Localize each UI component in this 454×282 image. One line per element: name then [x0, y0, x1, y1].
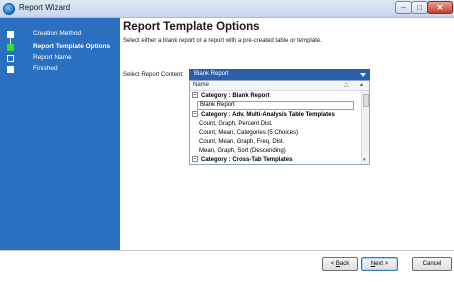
step-label: Report Template Options [33, 43, 111, 50]
list-item-label: Mean, Graph, Sort (Descending) [199, 148, 286, 154]
list-item-label: Count, Mean, Graph, Freq. Dist. [199, 139, 285, 145]
step-report-template-options: Report Template Options [6, 38, 118, 53]
page-subtitle: Select either a blank report or a report… [123, 38, 322, 44]
category-label: Category : Blank Report [201, 93, 270, 99]
footer-divider [0, 250, 454, 251]
category-label: Category : Adv. Multi-Analysis Table Tem… [201, 112, 335, 118]
app-icon [3, 3, 15, 15]
report-content-select[interactable]: Blank Report [189, 69, 370, 80]
list-item-label: Count, Graph, Percent Dist. [199, 121, 273, 127]
dropdown-header: Name △ ▴ [190, 81, 369, 91]
page-title: Report Template Options [123, 21, 260, 33]
collapse-icon[interactable]: − [192, 156, 198, 163]
step-label: Finished [33, 65, 58, 72]
list-item[interactable]: Count, Graph, Percent Dist. [191, 120, 361, 129]
list-item[interactable]: Count, Mean, Categories (5 Choices) [191, 129, 361, 138]
window-title: Report Wizard [19, 3, 71, 12]
chevron-down-icon[interactable] [360, 73, 366, 77]
select-value: Blank Report [194, 71, 229, 77]
collapse-icon[interactable]: − [192, 92, 198, 99]
name-column-header[interactable]: Name [193, 82, 209, 88]
title-bar: Report Wizard – □ ✕ [0, 0, 454, 18]
list-item-label: Blank Report [200, 102, 235, 108]
collapse-icon[interactable]: − [192, 111, 198, 118]
scroll-down-icon[interactable]: ▾ [363, 157, 366, 163]
maximize-icon[interactable]: □ [411, 1, 428, 14]
report-content-dropdown: Name △ ▴ − Category : Blank Report Blank … [189, 80, 370, 165]
step-creation-method: Creation Method [6, 30, 118, 40]
wizard-steps-sidebar: Creation Method Report Template Options … [0, 18, 120, 250]
next-button-label: ext > [375, 261, 389, 267]
report-content-label: Select Report Content: [123, 72, 184, 78]
step-active-icon [7, 44, 14, 51]
close-icon[interactable]: ✕ [427, 1, 453, 14]
step-label: Creation Method [33, 30, 82, 37]
scroll-up-icon[interactable]: ▴ [360, 81, 363, 88]
list-item[interactable]: Count, Mean, Graph, Freq. Dist. [191, 138, 361, 147]
next-button[interactable]: Next > [361, 257, 398, 271]
list-item-blank-report[interactable]: Blank Report [197, 101, 354, 110]
step-label: Report Name [33, 54, 72, 61]
category-row[interactable]: − Category : Cross-Tab Templates [191, 156, 361, 165]
scrollbar-thumb[interactable] [363, 94, 369, 107]
category-label: Category : Cross-Tab Templates [201, 157, 293, 163]
minimize-icon[interactable]: – [395, 1, 412, 14]
step-box-icon [7, 66, 14, 73]
list-item[interactable]: Mean, Graph, Sort (Descending) [191, 147, 361, 156]
back-button[interactable]: < Back [322, 257, 358, 271]
category-row[interactable]: − Category : Blank Report [191, 92, 361, 101]
step-box-icon [7, 55, 14, 62]
back-button-label: ack [339, 261, 350, 267]
list-item-label: Count, Mean, Categories (5 Choices) [199, 130, 299, 136]
cancel-button[interactable]: Cancel [412, 257, 452, 271]
step-report-name: Report Name [6, 54, 118, 64]
step-finished: Finished [6, 65, 118, 75]
step-box-icon [7, 31, 14, 38]
sort-icon[interactable]: △ [344, 81, 349, 88]
category-row[interactable]: − Category : Adv. Multi-Analysis Table Te… [191, 111, 361, 120]
dropdown-scrollbar[interactable]: ▾ [361, 91, 369, 164]
